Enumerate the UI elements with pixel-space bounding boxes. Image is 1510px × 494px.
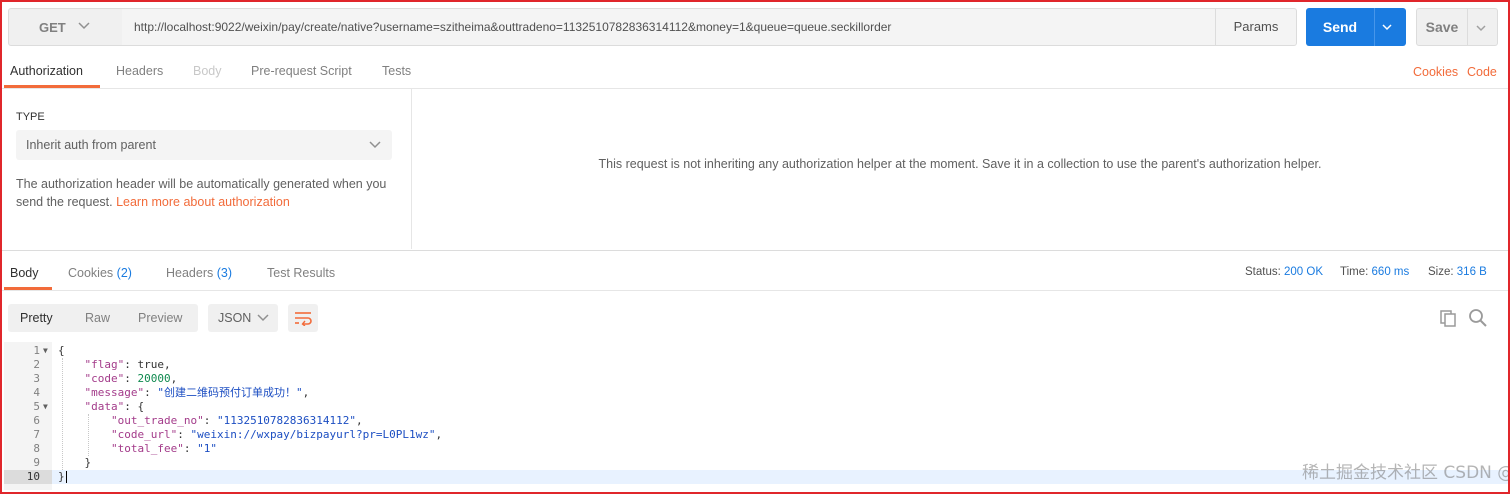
send-button[interactable]: Send <box>1306 8 1406 46</box>
response-tabs: Body Cookies (2) Headers (3) Test Result… <box>2 256 1508 291</box>
save-divider <box>1467 9 1468 45</box>
line-number: 2 <box>33 358 40 371</box>
request-tabs: Authorization Headers Body Pre-request S… <box>2 54 1508 89</box>
copy-icon[interactable] <box>1438 308 1458 328</box>
cookies-tab-label: Cookies <box>68 266 114 280</box>
format-value: JSON <box>218 311 252 325</box>
auth-info-message: This request is not inheriting any autho… <box>598 157 1322 171</box>
method-select[interactable]: GET <box>8 8 124 46</box>
view-pretty-button[interactable]: Pretty <box>20 304 53 332</box>
watermark: 稀土掘金技术社区 CSDN @JavaEdge. <box>1302 463 1508 483</box>
auth-settings-panel: TYPE Inherit auth from parent The author… <box>4 89 412 249</box>
size-readout: Size: 316 B <box>1428 256 1487 288</box>
chevron-down-icon <box>257 314 269 322</box>
tab-response-cookies[interactable]: Cookies (2) <box>68 256 132 290</box>
code-line: "message": "创建二维码预付订单成功！", <box>84 386 310 399</box>
code-line: { <box>58 344 65 357</box>
tab-body[interactable]: Body <box>193 54 222 88</box>
cookies-link[interactable]: Cookies <box>1413 54 1458 90</box>
request-url-bar: GET http://localhost:9022/weixin/pay/cre… <box>8 8 1498 46</box>
format-select[interactable]: JSON <box>208 304 278 332</box>
learn-more-auth-link[interactable]: Learn more about authorization <box>116 195 290 209</box>
save-label: Save <box>1425 19 1459 35</box>
chevron-down-icon <box>78 22 90 30</box>
method-label: GET <box>39 19 66 35</box>
size-value: 316 B <box>1456 266 1487 278</box>
line-number: 6 <box>33 414 40 427</box>
response-divider <box>2 250 1508 251</box>
code-line: "total_fee": "1" <box>110 442 217 455</box>
code-line: "data": { <box>84 400 145 413</box>
chevron-down-icon <box>369 141 381 149</box>
chevron-down-icon[interactable] <box>1474 21 1488 35</box>
line-number: 1 <box>33 344 40 357</box>
code-line: } <box>58 470 65 483</box>
text-cursor <box>66 471 67 483</box>
tab-pre-request-script[interactable]: Pre-request Script <box>251 54 352 88</box>
send-label: Send <box>1322 19 1358 35</box>
fold-toggle-icon[interactable]: ▼ <box>43 344 51 358</box>
current-line-highlight <box>52 470 1508 484</box>
tab-headers[interactable]: Headers <box>116 54 163 88</box>
code-line: "code": 20000, <box>84 372 178 385</box>
auth-info-panel: This request is not inheriting any autho… <box>412 89 1508 249</box>
code-link[interactable]: Code <box>1467 54 1497 90</box>
tab-test-results[interactable]: Test Results <box>267 256 335 290</box>
auth-type-label: TYPE <box>16 111 45 123</box>
headers-count-badge: (3) <box>216 266 233 280</box>
search-icon[interactable] <box>1468 308 1488 328</box>
tab-tests[interactable]: Tests <box>382 54 411 88</box>
tab-response-headers[interactable]: Headers (3) <box>166 256 232 290</box>
line-number: 8 <box>33 442 40 455</box>
code-line: "flag": true, <box>84 358 171 371</box>
line-number: 3 <box>33 372 40 385</box>
postman-window: GET http://localhost:9022/weixin/pay/cre… <box>0 0 1510 494</box>
tab-authorization[interactable]: Authorization <box>10 54 83 88</box>
response-toolbar: Pretty Raw Preview JSON <box>8 304 1502 332</box>
response-body-editor[interactable]: 1 2 3 4 5 6 7 8 9 10 ▼ ▼ { "flag": true,… <box>4 342 1508 490</box>
line-number: 10 <box>26 470 40 483</box>
active-tab-indicator <box>4 85 100 88</box>
active-response-tab-indicator <box>4 287 52 290</box>
view-mode-segmented: Pretty Raw Preview <box>8 304 198 332</box>
view-raw-button[interactable]: Raw <box>85 304 110 332</box>
code-line: "code_url": "weixin://wxpay/bizpayurl?pr… <box>110 428 443 441</box>
time-label: Time: <box>1340 266 1369 278</box>
status-readout: Status: 200 OK <box>1245 256 1323 288</box>
save-button[interactable]: Save <box>1416 8 1498 46</box>
wrap-lines-icon <box>295 312 312 326</box>
url-input[interactable]: http://localhost:9022/weixin/pay/create/… <box>122 8 1227 46</box>
line-number: 9 <box>33 456 40 469</box>
line-number: 7 <box>33 428 40 441</box>
time-readout: Time: 660 ms <box>1340 256 1409 288</box>
code-line: } <box>84 456 92 469</box>
chevron-down-icon[interactable] <box>1380 20 1394 34</box>
auth-type-value: Inherit auth from parent <box>26 138 156 152</box>
line-number: 5 <box>33 400 40 413</box>
params-button[interactable]: Params <box>1215 8 1297 46</box>
status-label: Status: <box>1245 266 1281 278</box>
auth-type-select[interactable]: Inherit auth from parent <box>16 130 392 160</box>
auth-description: The authorization header will be automat… <box>16 175 396 211</box>
status-value: 200 OK <box>1284 266 1324 278</box>
wrap-lines-button[interactable] <box>288 304 318 332</box>
cookies-count-badge: (2) <box>116 266 132 280</box>
tab-response-body[interactable]: Body <box>10 256 39 290</box>
size-label: Size: <box>1428 266 1454 278</box>
send-divider <box>1374 8 1375 46</box>
line-number: 4 <box>33 386 40 399</box>
fold-toggle-icon[interactable]: ▼ <box>43 400 51 414</box>
code-line: "out_trade_no": "1132510782836314112", <box>110 414 363 427</box>
view-preview-button[interactable]: Preview <box>138 304 182 332</box>
headers-tab-label: Headers <box>166 266 214 280</box>
time-value: 660 ms <box>1371 266 1410 278</box>
